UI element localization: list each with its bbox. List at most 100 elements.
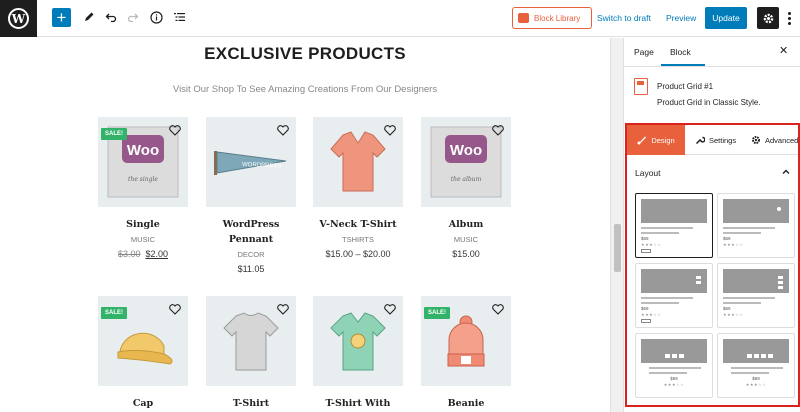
wishlist-heart-icon[interactable] — [277, 304, 289, 315]
panel-tabs: Design Settings Advanced — [627, 125, 798, 155]
redo-icon[interactable] — [124, 8, 142, 26]
preview-link[interactable]: Preview — [666, 13, 696, 23]
layout-stars: ★★★☆☆ — [723, 242, 744, 247]
sale-price: $2.00 — [145, 249, 169, 259]
close-icon[interactable]: ✕ — [779, 44, 788, 57]
wishlist-heart-icon[interactable] — [169, 125, 181, 136]
settings-button[interactable] — [757, 7, 779, 29]
product-title[interactable]: Album — [421, 217, 511, 232]
layout-option-2[interactable]: $69 ★★★☆☆ — [717, 193, 795, 258]
wishlist-heart-icon[interactable] — [492, 125, 504, 136]
product-image[interactable] — [206, 296, 296, 386]
product-card[interactable]: V-Neck T-Shirt TSHIRTS $15.00 – $20.00 — [313, 117, 403, 259]
product-card[interactable]: Woo the album Album MUSIC $15.00 — [421, 117, 511, 259]
tab-settings[interactable]: Settings — [695, 125, 736, 155]
product-title[interactable]: WordPress Pennant — [206, 217, 296, 247]
divider — [624, 66, 800, 67]
wishlist-heart-icon[interactable] — [384, 125, 396, 136]
layout-option-4[interactable]: $69 ★★★☆☆ — [717, 263, 795, 328]
chevron-up-icon[interactable] — [781, 167, 791, 177]
mid-icons — [665, 354, 684, 358]
add-block-button[interactable]: + — [52, 8, 71, 27]
block-library-label: Block Library — [534, 13, 581, 23]
editor-top-toolbar: W + Block Library Switch to draft Previe… — [0, 0, 800, 37]
layout-price: $69 — [752, 376, 760, 381]
product-image[interactable]: WORDPRESS — [206, 117, 296, 207]
wordpress-logo-icon[interactable]: W — [0, 0, 37, 37]
wishlist-heart-icon[interactable] — [492, 304, 504, 315]
product-price: $3.00 $2.00 — [98, 249, 188, 259]
product-card[interactable]: SALE! Beanie — [421, 296, 511, 411]
brush-icon — [637, 136, 647, 145]
scrollbar-thumb[interactable] — [614, 224, 621, 272]
more-options-icon[interactable] — [785, 8, 793, 28]
layout-option-3[interactable]: $69 ★★★☆☆ — [635, 263, 713, 328]
product-title[interactable]: T-Shirt — [206, 396, 296, 411]
switch-to-draft-link[interactable]: Switch to draft — [597, 13, 651, 23]
product-title[interactable]: T-Shirt With Logo — [313, 396, 403, 412]
sale-badge: SALE! — [424, 307, 450, 319]
layout-price: $69 — [641, 306, 649, 311]
settings-sidebar: Page Block ✕ Product Grid #1 Product Gri… — [623, 38, 800, 412]
update-button[interactable]: Update — [705, 7, 747, 29]
section-subheading[interactable]: Visit Our Shop To See Amazing Creations … — [0, 84, 610, 95]
list-view-icon[interactable] — [170, 8, 188, 26]
layout-line — [641, 297, 693, 299]
product-category[interactable]: MUSIC — [98, 235, 188, 244]
side-icons — [696, 276, 701, 291]
layout-option-6[interactable]: $69 ★★★☆☆ — [717, 333, 795, 398]
wrench-icon — [695, 136, 705, 145]
section-heading[interactable]: EXCLUSIVE PRODUCTS — [0, 44, 610, 64]
product-category[interactable]: DECOR — [206, 250, 296, 259]
product-image[interactable]: SALE! — [98, 296, 188, 386]
layout-image-placeholder — [723, 339, 789, 363]
layout-line — [723, 302, 761, 304]
tab-block[interactable]: Block — [670, 47, 691, 57]
tab-design[interactable]: Design — [627, 125, 685, 155]
edit-pencil-icon[interactable] — [80, 8, 98, 26]
tab-page[interactable]: Page — [634, 47, 654, 57]
product-category[interactable]: MUSIC — [421, 235, 511, 244]
old-price: $3.00 — [117, 249, 141, 259]
svg-text:Woo: Woo — [127, 142, 159, 159]
layout-stars: ★★★☆☆ — [663, 382, 685, 387]
product-category[interactable]: TSHIRTS — [313, 235, 403, 244]
tab-advanced[interactable]: Advanced — [751, 125, 798, 155]
wishlist-heart-icon[interactable] — [277, 125, 289, 136]
layout-stars: ★★★☆☆ — [723, 312, 744, 317]
block-library-icon — [518, 13, 529, 23]
undo-icon[interactable] — [102, 8, 120, 26]
layout-price: $69 — [723, 306, 731, 311]
product-card[interactable]: T-Shirt With Logo — [313, 296, 403, 412]
layout-line — [723, 232, 761, 234]
block-library-button[interactable]: Block Library — [512, 7, 592, 29]
product-image[interactable] — [313, 117, 403, 207]
layout-price: $69 — [723, 236, 731, 241]
wishlist-heart-icon[interactable] — [169, 304, 181, 315]
svg-text:the single: the single — [128, 176, 158, 183]
product-card[interactable]: SALE! Cap — [98, 296, 188, 411]
product-title[interactable]: V-Neck T-Shirt — [313, 217, 403, 232]
product-title[interactable]: Beanie — [421, 396, 511, 411]
product-image[interactable]: Woo the single SALE! — [98, 117, 188, 207]
layout-line — [649, 372, 687, 374]
product-card[interactable]: WORDPRESS WordPress Pennant DECOR $11.05 — [206, 117, 296, 274]
product-image[interactable]: SALE! — [421, 296, 511, 386]
product-title[interactable]: Cap — [98, 396, 188, 411]
product-image[interactable]: Woo the album — [421, 117, 511, 207]
tab-advanced-label: Advanced — [765, 135, 799, 145]
layout-line — [723, 297, 775, 299]
layout-image-placeholder — [723, 199, 789, 223]
info-icon[interactable] — [147, 8, 165, 26]
layout-section-title[interactable]: Layout — [635, 168, 661, 178]
layout-option-5[interactable]: $69 ★★★☆☆ — [635, 333, 713, 398]
product-card[interactable]: Woo the single SALE! Single MUSIC $3.00 $… — [98, 117, 188, 259]
layout-line — [641, 227, 693, 229]
editor-canvas[interactable]: EXCLUSIVE PRODUCTS Visit Our Shop To See… — [0, 38, 610, 412]
wishlist-heart-icon[interactable] — [384, 304, 396, 315]
product-title[interactable]: Single — [98, 217, 188, 232]
canvas-scrollbar[interactable] — [610, 38, 623, 412]
layout-option-1[interactable]: $69 ★★★☆☆ — [635, 193, 713, 258]
product-image[interactable] — [313, 296, 403, 386]
product-card[interactable]: T-Shirt — [206, 296, 296, 411]
